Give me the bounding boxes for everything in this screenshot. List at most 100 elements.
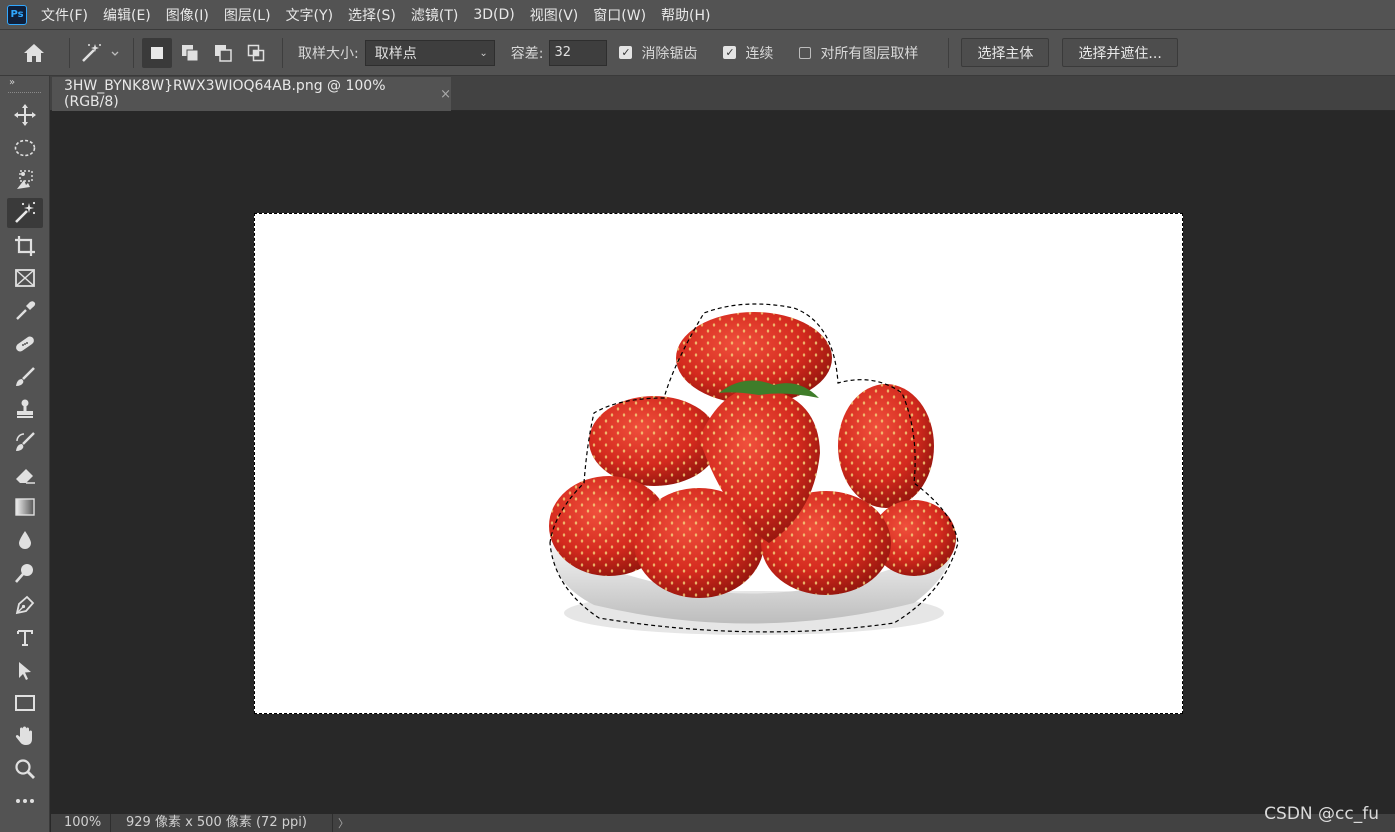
- separator: [133, 37, 134, 68]
- select-and-mask-button[interactable]: 选择并遮住...: [1062, 38, 1178, 67]
- sample-all-layers-checkbox[interactable]: 对所有图层取样: [799, 43, 924, 63]
- eraser-icon: [16, 468, 35, 484]
- hand-icon: [15, 726, 32, 746]
- frame-icon: [15, 269, 35, 288]
- healing-brush-icon: [16, 336, 34, 352]
- tool-path-selection[interactable]: [7, 656, 43, 686]
- menu-window[interactable]: 窗口(W): [593, 5, 646, 25]
- collapse-panel-icon[interactable]: »: [0, 76, 49, 90]
- add-to-selection-button[interactable]: [175, 38, 205, 68]
- anti-alias-checkbox[interactable]: ✓ 消除锯齿: [619, 43, 703, 63]
- chevron-down-icon: ⌄: [479, 47, 488, 59]
- rectangle-icon: [15, 695, 35, 712]
- object-selection-icon: [17, 170, 33, 190]
- document-info: 929 像素 x 500 像素 (72 ppi): [111, 814, 333, 832]
- brush-icon: [16, 366, 35, 386]
- blur-icon: [19, 530, 31, 549]
- tool-blur[interactable]: [7, 525, 43, 555]
- tolerance-input[interactable]: 32: [549, 39, 608, 66]
- tolerance-label: 容差:: [510, 45, 544, 62]
- tool-elliptical-marquee[interactable]: [7, 133, 43, 163]
- path-selection-icon: [19, 661, 31, 680]
- zoom-level[interactable]: 100%: [51, 814, 111, 832]
- tool-type[interactable]: [7, 623, 43, 653]
- tool-frame[interactable]: [7, 263, 43, 293]
- new-selection-button[interactable]: [142, 37, 172, 68]
- tool-zoom[interactable]: [7, 754, 43, 784]
- checkbox-checked-icon: ✓: [619, 46, 633, 59]
- menu-layer[interactable]: 图层(L): [224, 5, 271, 25]
- sample-size-value: 取样点: [374, 45, 417, 62]
- sample-size-select[interactable]: 取样点 ⌄: [364, 39, 495, 66]
- tool-clone-stamp[interactable]: [7, 394, 43, 424]
- contiguous-checkbox[interactable]: ✓ 连续: [723, 43, 779, 63]
- intersect-selection-button[interactable]: [241, 38, 271, 68]
- zoom-icon: [15, 759, 35, 779]
- tool-move[interactable]: [7, 100, 43, 130]
- tool-eyedropper[interactable]: [7, 296, 43, 326]
- document-image[interactable]: [254, 213, 1183, 714]
- move-icon: [14, 104, 36, 126]
- separator: [948, 37, 950, 68]
- gradient-icon: [15, 498, 35, 516]
- magic-wand-preset-icon: [82, 43, 119, 62]
- tool-dodge[interactable]: [7, 558, 43, 588]
- tool-crop[interactable]: [7, 231, 43, 261]
- tool-brush[interactable]: [7, 362, 43, 392]
- tool-eraser[interactable]: [7, 460, 43, 490]
- add-selection-icon: [182, 44, 199, 61]
- magic-wand-icon: [15, 201, 36, 223]
- menu-type[interactable]: 文字(Y): [286, 5, 333, 25]
- tool-rectangle[interactable]: [7, 688, 43, 718]
- ellipse-marquee-icon: [14, 139, 36, 156]
- tool-history-brush[interactable]: [7, 427, 43, 457]
- menu-filter[interactable]: 滤镜(T): [411, 5, 458, 25]
- tool-more[interactable]: [7, 786, 43, 816]
- anti-alias-label: 消除锯齿: [641, 45, 698, 62]
- subtract-from-selection-button[interactable]: [208, 38, 238, 68]
- more-tools-icon: [16, 799, 34, 804]
- menu-view[interactable]: 视图(V): [530, 5, 579, 25]
- tools-panel: »: [0, 76, 50, 832]
- menu-select[interactable]: 选择(S): [348, 5, 396, 25]
- watermark-text: CSDN @cc_fu: [1264, 804, 1379, 824]
- tool-pen[interactable]: [7, 590, 43, 620]
- tool-object-selection[interactable]: [7, 165, 43, 195]
- document-tab-title: 3HW_BYNK8W}RWX3WIOQ64AB.png @ 100%(RGB/8…: [64, 78, 386, 110]
- tool-healing-brush[interactable]: [7, 329, 43, 359]
- tool-hand[interactable]: [7, 721, 43, 751]
- menu-help[interactable]: 帮助(H): [661, 5, 710, 25]
- document-tab-bar: 3HW_BYNK8W}RWX3WIOQ64AB.png @ 100%(RGB/8…: [50, 76, 1395, 111]
- select-subject-button[interactable]: 选择主体: [961, 38, 1050, 67]
- document-tab[interactable]: 3HW_BYNK8W}RWX3WIOQ64AB.png @ 100%(RGB/8…: [52, 77, 451, 111]
- separator: [282, 37, 283, 68]
- tool-magic-wand[interactable]: [7, 198, 43, 229]
- eyedropper-icon: [16, 301, 36, 320]
- clone-stamp-icon: [17, 399, 33, 419]
- home-icon[interactable]: [19, 38, 49, 68]
- history-brush-icon: [16, 432, 35, 451]
- menu-image[interactable]: 图像(I): [166, 5, 209, 25]
- new-selection-icon: [151, 46, 163, 59]
- tool-preset-picker[interactable]: [78, 38, 122, 68]
- menu-file[interactable]: 文件(F): [41, 5, 88, 25]
- menu-edit[interactable]: 编辑(E): [103, 5, 151, 25]
- tool-gradient[interactable]: [7, 492, 43, 522]
- canvas-area[interactable]: [51, 112, 1395, 814]
- status-menu-arrow-icon[interactable]: 〉: [333, 815, 349, 831]
- close-tab-icon[interactable]: ×: [440, 87, 451, 102]
- crop-icon: [15, 235, 35, 256]
- separator: [69, 37, 70, 68]
- contiguous-label: 连续: [745, 45, 774, 62]
- pen-icon: [15, 596, 35, 615]
- intersect-selection-icon: [247, 44, 265, 61]
- checkbox-unchecked-icon: [799, 46, 812, 59]
- panel-grip[interactable]: [8, 92, 41, 94]
- sample-all-layers-label: 对所有图层取样: [820, 45, 919, 62]
- options-bar: 取样大小: 取样点 ⌄ 容差: 32 ✓ 消除锯齿 ✓ 连续 对所有图层取样 选…: [0, 30, 1395, 76]
- subtract-selection-icon: [215, 44, 232, 62]
- type-icon: [17, 630, 33, 646]
- photoshop-logo-icon: Ps: [7, 4, 27, 25]
- sample-size-label: 取样大小:: [298, 45, 359, 62]
- menu-3d[interactable]: 3D(D): [473, 7, 514, 23]
